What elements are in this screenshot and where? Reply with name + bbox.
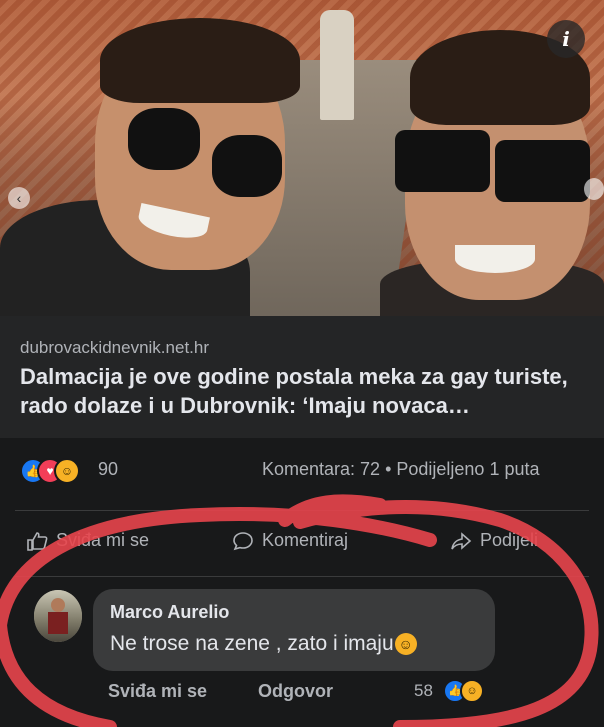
comment-reaction-count[interactable]: 58 xyxy=(414,681,433,701)
haha-icon: ☺ xyxy=(54,458,80,484)
photo-person-left-hair xyxy=(100,18,300,103)
thumbs-up-icon xyxy=(27,531,48,551)
divider xyxy=(15,576,589,577)
reaction-count[interactable]: 90 xyxy=(98,459,118,480)
comment-author[interactable]: Marco Aurelio xyxy=(110,602,229,623)
photo-sunglasses-left-lens2 xyxy=(212,135,282,197)
avatar[interactable] xyxy=(34,590,82,642)
like-button[interactable]: Sviđa mi se xyxy=(26,530,149,551)
share-button[interactable]: Podijeli xyxy=(450,530,538,551)
photo-sunglasses-right-lens1 xyxy=(395,130,490,192)
info-icon[interactable]: i xyxy=(547,20,585,58)
like-button-label: Sviđa mi se xyxy=(56,530,150,550)
comment-text-body: Ne trose na zene , zato i imaju xyxy=(110,632,394,655)
comments-shares-count[interactable]: Komentara: 72 • Podijeljeno 1 puta xyxy=(262,459,540,480)
divider xyxy=(15,510,589,511)
haha-icon: ☺ xyxy=(460,679,484,703)
photo-smile-right xyxy=(455,245,535,273)
share-icon xyxy=(451,531,472,550)
link-title[interactable]: Dalmacija je ove godine postala meka za … xyxy=(20,362,590,420)
smiling-face-emoji: ☺ xyxy=(394,633,417,656)
comment-button-label: Komentiraj xyxy=(262,530,349,550)
comment-text: Ne trose na zene , zato i imaju ☺ xyxy=(110,632,417,656)
share-button-label: Podijeli xyxy=(480,530,539,550)
carousel-prev-icon[interactable]: ‹ xyxy=(8,187,30,209)
carousel-next-icon[interactable] xyxy=(584,178,604,200)
link-domain: dubrovackidnevnik.net.hr xyxy=(20,338,210,357)
photo-tower xyxy=(320,10,354,120)
photo-sunglasses-right-lens2 xyxy=(495,140,590,202)
photo-sunglasses-left-lens1 xyxy=(128,108,200,170)
comment-button[interactable]: Komentiraj xyxy=(232,530,348,551)
comment-icon xyxy=(233,531,253,550)
comment-reply-link[interactable]: Odgovor xyxy=(258,681,333,702)
comment-like-link[interactable]: Sviđa mi se xyxy=(108,681,207,702)
post-photo[interactable] xyxy=(0,0,604,316)
